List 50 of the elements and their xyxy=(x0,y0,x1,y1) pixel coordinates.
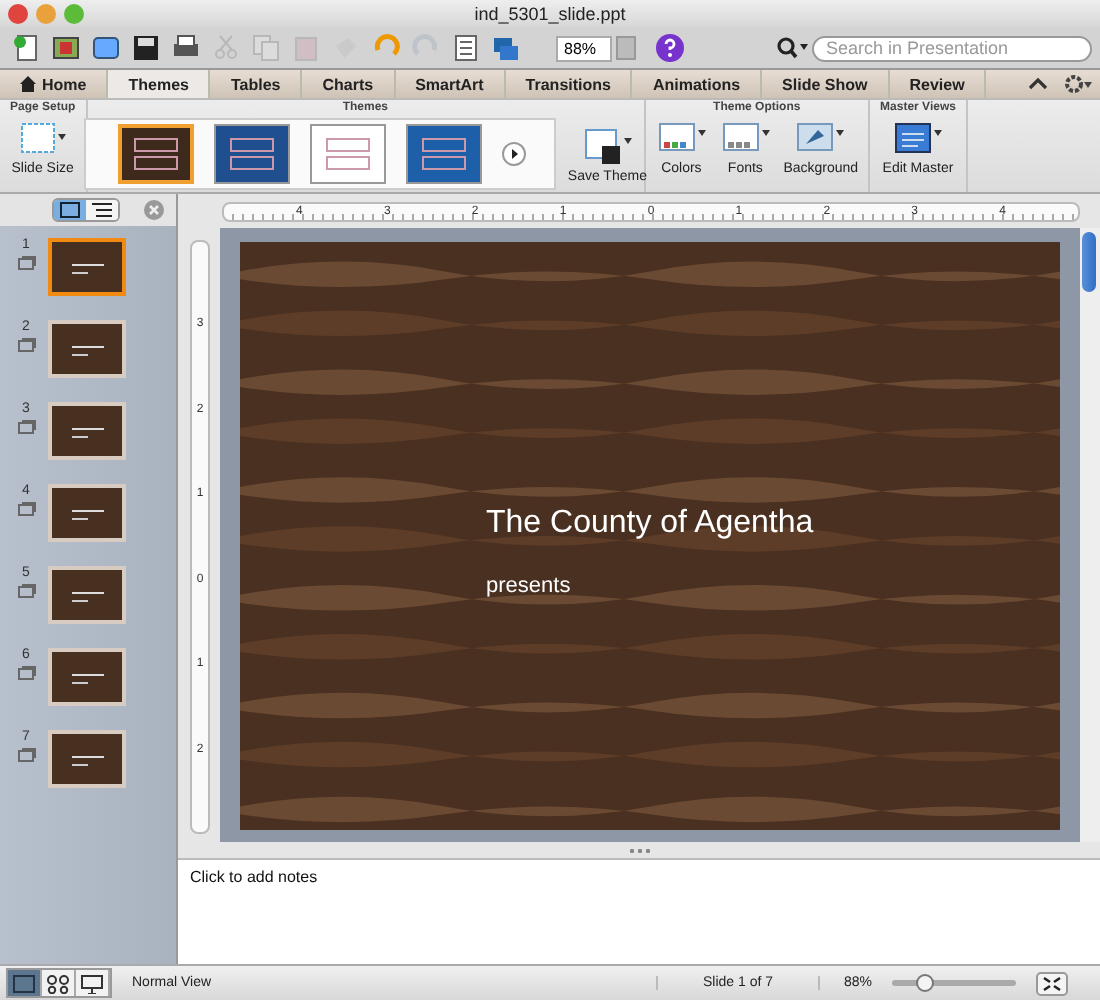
zoom-slider[interactable] xyxy=(915,974,934,992)
slide-thumbnail[interactable] xyxy=(48,320,126,378)
notes-icon xyxy=(17,420,35,434)
ribbon-tab[interactable]: Animations xyxy=(632,70,763,98)
help-icon[interactable] xyxy=(656,34,684,62)
show-view-button[interactable] xyxy=(76,970,110,996)
ribbon-tab[interactable]: Tables xyxy=(210,70,303,98)
settings-icon[interactable] xyxy=(1064,74,1092,94)
fit-window-icon[interactable] xyxy=(1036,971,1069,995)
notes-icon xyxy=(17,502,35,516)
theme-thumbnail[interactable] xyxy=(117,124,194,184)
window-title: ind_5301_slide.ppt xyxy=(474,4,626,24)
next-icon[interactable] xyxy=(501,142,526,166)
slide-thumbnail[interactable] xyxy=(48,484,126,542)
slide-subtitle: presents xyxy=(486,574,573,599)
search-icon[interactable] xyxy=(776,36,808,60)
slide-thumbnail[interactable] xyxy=(48,730,126,788)
home-icon xyxy=(20,76,36,92)
ribbon-tab[interactable]: Transitions xyxy=(505,70,633,98)
theme-thumbnail[interactable] xyxy=(405,124,482,184)
slide-thumbnail[interactable] xyxy=(48,402,126,460)
collapse-icon[interactable] xyxy=(1028,76,1048,92)
slide-title: The County of Agentha xyxy=(486,506,814,543)
notes-icon xyxy=(17,584,35,598)
notes-icon xyxy=(17,256,35,270)
ribbon-tab[interactable]: Charts xyxy=(302,70,396,98)
notes-icon xyxy=(17,338,35,352)
ribbon-tab[interactable]: Slide Show xyxy=(762,70,890,98)
close-button[interactable] xyxy=(8,4,28,24)
slide-thumbnail[interactable] xyxy=(48,238,126,296)
ribbon-tab[interactable]: Themes xyxy=(108,70,211,98)
zoom-field[interactable]: 88% xyxy=(556,35,612,61)
slides-view-tab[interactable] xyxy=(54,200,86,220)
ribbon-tab[interactable]: Review xyxy=(889,70,987,98)
search-field[interactable]: Search in Presentation xyxy=(812,35,1092,61)
notes-field[interactable]: Click to add notes xyxy=(178,858,1100,964)
slide-thumbnail[interactable] xyxy=(48,648,126,706)
notes-icon xyxy=(17,748,35,762)
ribbon-tab[interactable]: SmartArt xyxy=(395,70,506,98)
theme-thumbnail[interactable] xyxy=(213,124,290,184)
normal-view-button[interactable] xyxy=(8,970,42,996)
save-icon xyxy=(581,125,634,169)
theme-thumbnail[interactable] xyxy=(309,124,386,184)
save-icon[interactable] xyxy=(128,32,164,64)
notes-icon xyxy=(17,666,35,680)
sorter-view-button[interactable] xyxy=(42,970,76,996)
resize-handle[interactable] xyxy=(627,847,651,853)
outline-view-tab[interactable] xyxy=(86,200,118,220)
slide-thumbnail[interactable] xyxy=(48,566,126,624)
scroll-thumb[interactable] xyxy=(1082,232,1096,292)
